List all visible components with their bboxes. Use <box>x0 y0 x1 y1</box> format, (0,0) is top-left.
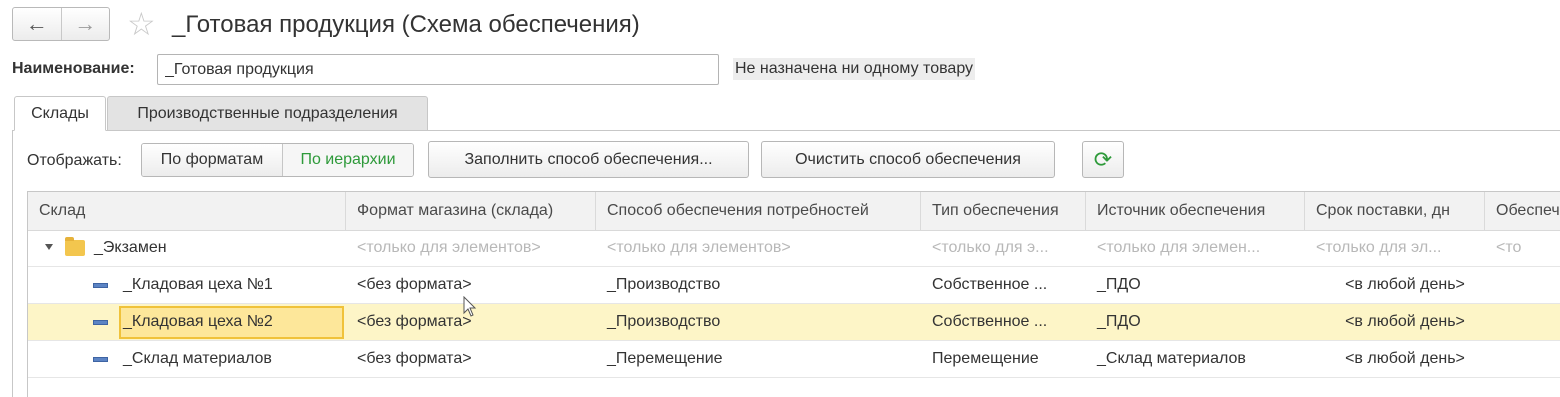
supply-method: _Производство <box>607 276 721 293</box>
collapse-arrow-icon[interactable] <box>45 244 53 250</box>
delivery-term: <в любой день> <box>1345 276 1465 293</box>
table-row[interactable]: _Кладовая цеха №1 <без формата> _Произво… <box>28 267 1560 304</box>
table-header: Склад Формат магазина (склада) Способ об… <box>28 192 1560 231</box>
warehouses-table: Склад Формат магазина (склада) Способ об… <box>27 191 1560 397</box>
supply-type: Собственное ... <box>932 276 1048 293</box>
history-nav: ← → <box>12 7 110 41</box>
column-supply-source[interactable]: Источник обеспечения <box>1086 192 1305 230</box>
table-row[interactable]: _Склад материалов <без формата> _Перемещ… <box>28 341 1560 378</box>
supply-source: _Склад материалов <box>1097 350 1246 367</box>
warehouse-name: _Склад материалов <box>123 350 272 367</box>
supply-source: _ПДО <box>1097 276 1141 293</box>
name-input[interactable] <box>157 54 719 85</box>
name-label: Наименование: <box>12 60 135 77</box>
display-mode-switch: По форматам По иерархии <box>141 143 414 177</box>
tab-warehouses[interactable]: Склады <box>14 96 106 131</box>
supply-type: Собственное ... <box>932 313 1048 330</box>
column-warehouse[interactable]: Склад <box>28 192 346 230</box>
hint-cell: <только для эл... <box>1316 239 1442 256</box>
warehouse-name: _Кладовая цеха №1 <box>123 276 273 293</box>
supply-source: _ПДО <box>1097 313 1141 330</box>
view-by-formats-button[interactable]: По форматам <box>142 144 283 176</box>
hint-cell: <только для э... <box>932 239 1049 256</box>
assignment-status: Не назначена ни одному товару <box>733 58 976 80</box>
favorite-star-icon[interactable]: ☆ <box>127 6 156 42</box>
clear-supply-method-button[interactable]: Очистить способ обеспечения <box>761 141 1055 178</box>
supply-method: _Производство <box>607 313 721 330</box>
column-store-format[interactable]: Формат магазина (склада) <box>346 192 596 230</box>
store-format: <без формата> <box>357 350 472 367</box>
column-supply-type[interactable]: Тип обеспечения <box>921 192 1086 230</box>
view-by-hierarchy-button[interactable]: По иерархии <box>283 144 413 176</box>
item-icon <box>93 320 108 325</box>
forward-arrow-icon[interactable]: → <box>60 8 110 40</box>
supply-type: Перемещение <box>932 350 1039 367</box>
supply-method: _Перемещение <box>607 350 723 367</box>
tab-body-border <box>12 130 13 397</box>
hint-cell: <только для элемен... <box>1097 239 1261 256</box>
hint-cell: <только для элементов> <box>607 239 791 256</box>
window-title: _Готовая продукция (Схема обеспечения) <box>172 11 640 38</box>
fill-supply-method-button[interactable]: Заполнить способ обеспечения... <box>428 141 749 178</box>
hint-cell: <только для элементов> <box>357 239 541 256</box>
display-mode-label: Отображать: <box>27 152 122 169</box>
column-supply-method[interactable]: Способ обеспечения потребностей <box>596 192 921 230</box>
column-delivery-term[interactable]: Срок поставки, дн <box>1305 192 1485 230</box>
delivery-term: <в любой день> <box>1345 350 1465 367</box>
refresh-icon[interactable]: ⟳ <box>1082 141 1124 178</box>
group-name: _Экзамен <box>94 239 167 256</box>
column-provision[interactable]: Обеспеч <box>1485 192 1560 230</box>
item-icon <box>93 357 108 362</box>
item-icon <box>93 283 108 288</box>
warehouse-name: _Кладовая цеха №2 <box>123 313 273 330</box>
table-row-selected[interactable]: _Кладовая цеха №2 <без формата> _Произво… <box>28 304 1560 341</box>
delivery-term: <в любой день> <box>1345 313 1465 330</box>
tab-production-departments[interactable]: Производственные подразделения <box>107 96 428 131</box>
mouse-cursor-icon <box>463 296 477 317</box>
back-arrow-icon[interactable]: ← <box>13 8 61 40</box>
table-group-row[interactable]: _Экзамен <только для элементов> <только … <box>28 230 1560 267</box>
hint-cell: <то <box>1496 239 1522 256</box>
folder-icon <box>65 237 85 256</box>
